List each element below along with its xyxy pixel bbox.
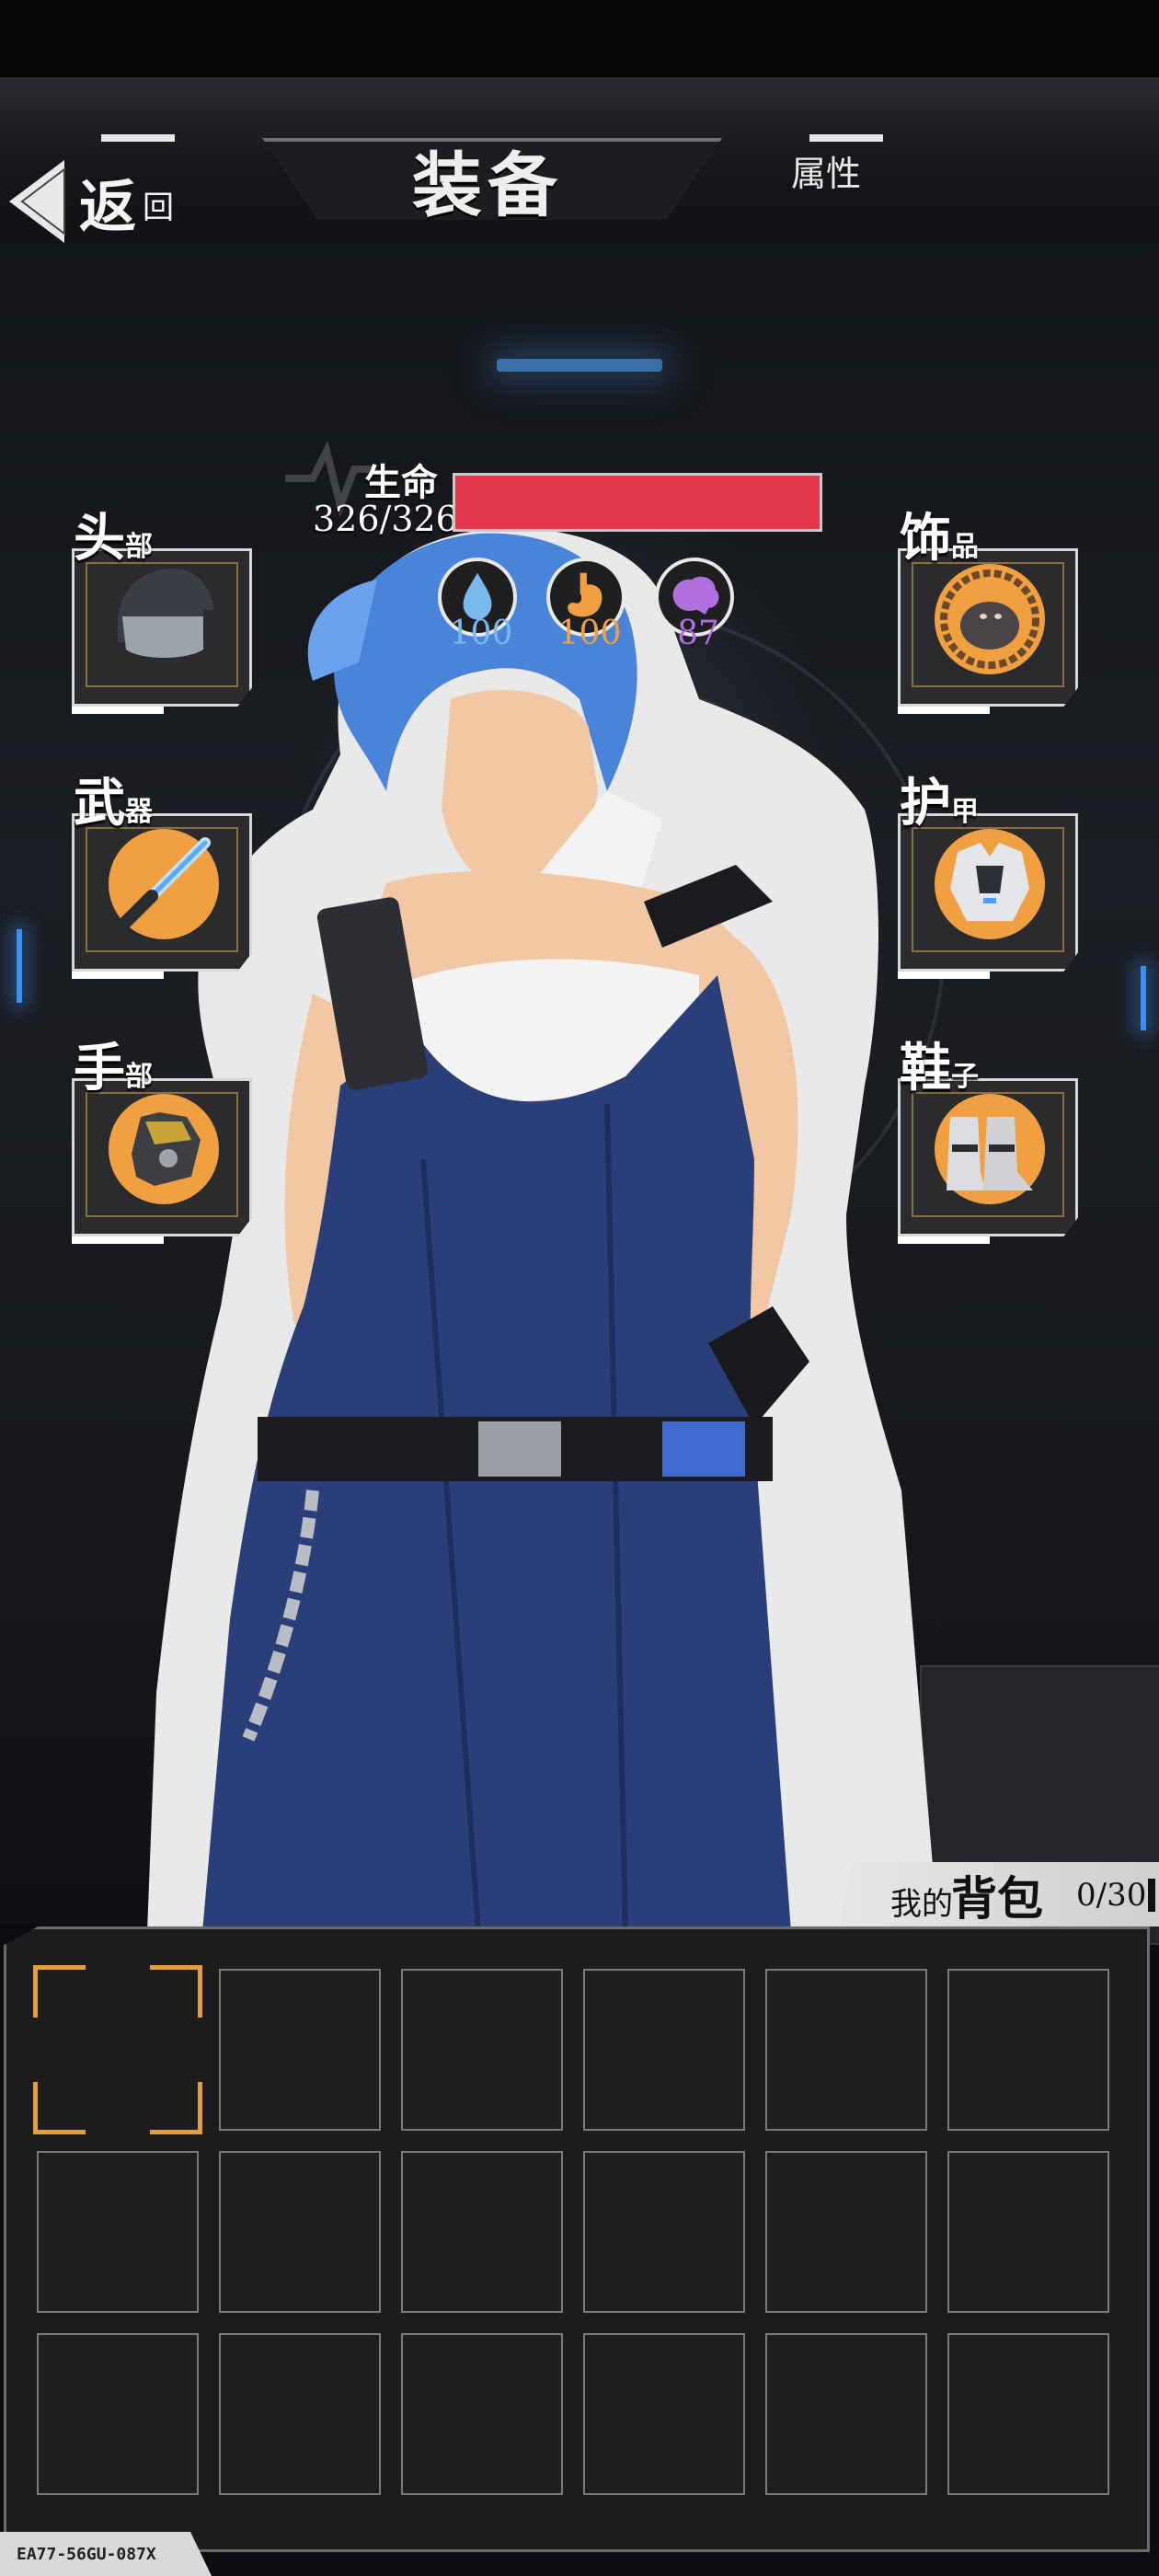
slot-durability-bar	[72, 1236, 164, 1244]
slot-head[interactable]: 头部	[72, 504, 256, 716]
back-label-sub: 回	[143, 190, 174, 226]
selection-corner	[150, 2082, 202, 2134]
player-id-tag: EA77-56GU-087X	[0, 2532, 212, 2576]
backpack-title-prefix: 我的	[890, 1886, 953, 1923]
inventory-slot[interactable]	[583, 2333, 745, 2495]
inventory-slot[interactable]	[583, 2151, 745, 2313]
lightsaber-icon	[109, 829, 219, 939]
inventory-slot-selected[interactable]	[33, 1965, 202, 2134]
slot-accessory[interactable]: 饰品	[898, 504, 1082, 716]
player-id: EA77-56GU-087X	[17, 2545, 156, 2564]
helmet-icon	[118, 569, 216, 658]
character-portrait	[147, 528, 938, 1932]
neon-light-right	[1141, 966, 1146, 1030]
back-label-main: 返	[79, 173, 137, 240]
ceiling-light	[497, 359, 662, 372]
inventory-slot[interactable]	[947, 2333, 1109, 2495]
inventory-slot[interactable]	[219, 2151, 381, 2313]
header-accent-line-right	[809, 134, 883, 142]
hp-value: 326/326	[313, 499, 458, 539]
selection-corner	[33, 2082, 86, 2134]
page-title: 装备	[412, 144, 563, 226]
slot-armor[interactable]: 护甲	[898, 769, 1082, 981]
inventory-slot[interactable]	[401, 2333, 563, 2495]
inventory-slot[interactable]	[765, 2333, 927, 2495]
sanity-value: 87	[677, 615, 719, 652]
slot-durability-bar	[898, 972, 990, 979]
sanity-stat: 87	[655, 558, 734, 652]
slot-durability-bar	[898, 707, 990, 714]
inventory-slot[interactable]	[37, 2151, 199, 2313]
boots-icon	[935, 1094, 1045, 1204]
selection-corner	[33, 1965, 86, 2018]
neon-light-left	[17, 929, 22, 1003]
slot-hands[interactable]: 手部	[72, 1034, 256, 1246]
back-button[interactable]: 返 回	[9, 156, 184, 248]
hydration-stat: 100	[438, 558, 517, 652]
inventory-slot[interactable]	[583, 1969, 745, 2131]
back-arrow-icon	[9, 160, 65, 243]
backpack-capacity-bar	[1148, 1879, 1155, 1912]
armor-icon	[935, 829, 1045, 939]
backpack-capacity: 0/30	[1076, 1877, 1147, 1914]
inventory-slot[interactable]	[947, 2151, 1109, 2313]
inventory-slot[interactable]	[219, 1969, 381, 2131]
inventory-slot[interactable]	[765, 1969, 927, 2131]
inventory-slot[interactable]	[947, 1969, 1109, 2131]
inventory-slot[interactable]	[37, 2333, 199, 2495]
slot-durability-bar	[898, 1236, 990, 1244]
hunger-value: 100	[557, 615, 622, 652]
slot-durability-bar	[72, 707, 164, 714]
slot-weapon[interactable]: 武器	[72, 769, 256, 981]
inventory-slot[interactable]	[401, 1969, 563, 2131]
inventory-slot[interactable]	[401, 2151, 563, 2313]
status-bar	[0, 0, 1159, 77]
mole-charm-icon	[935, 564, 1045, 674]
hunger-stat: 100	[546, 558, 625, 652]
slot-boots[interactable]: 鞋子	[898, 1034, 1082, 1246]
selection-corner	[150, 1965, 202, 2018]
inventory-slot[interactable]	[219, 2333, 381, 2495]
tab-attributes[interactable]: 属性	[791, 145, 861, 196]
hp-bar	[453, 473, 822, 532]
header-accent-line-left	[101, 134, 175, 142]
hydration-value: 100	[449, 615, 513, 652]
inventory-slot[interactable]	[765, 2151, 927, 2313]
hp-bar-fill	[455, 476, 820, 529]
backpack-title: 背包	[951, 1871, 1043, 1926]
slot-durability-bar	[72, 972, 164, 979]
gauntlet-icon	[109, 1094, 219, 1204]
